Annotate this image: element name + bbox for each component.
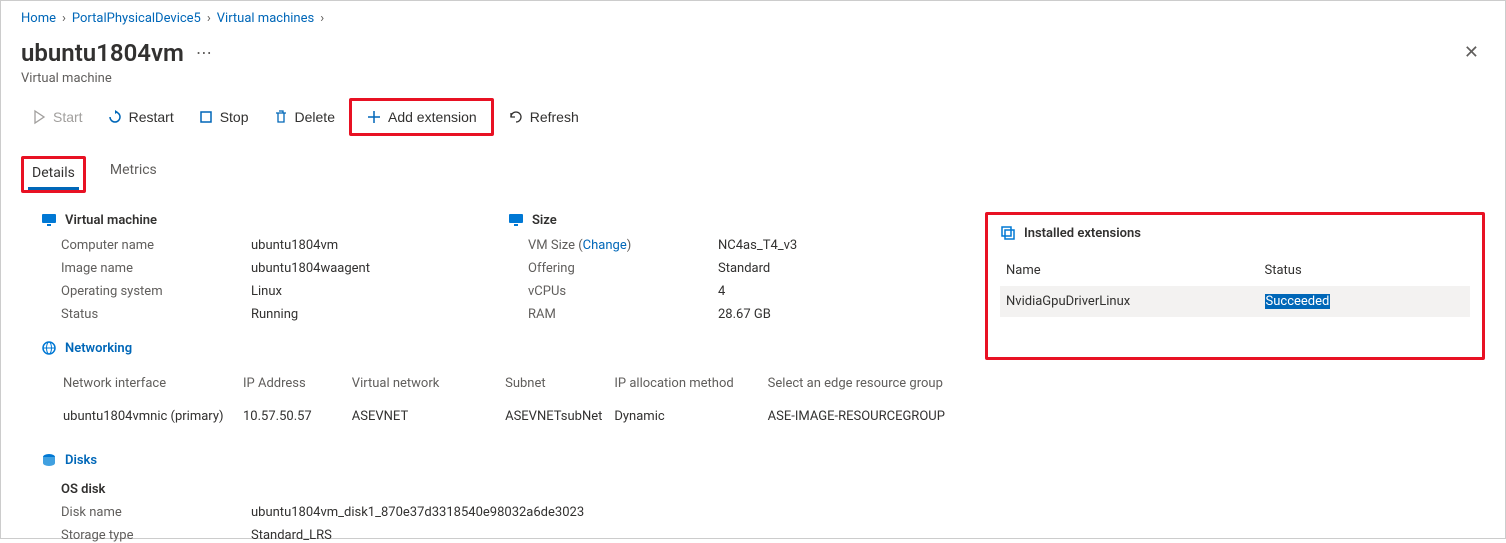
ext-status-value: Succeeded [1259, 286, 1471, 317]
installed-extensions-panel: Installed extensions Name Status NvidiaG… [985, 212, 1485, 360]
delete-label: Delete [295, 109, 335, 125]
refresh-label: Refresh [530, 109, 579, 125]
ext-name-value: NvidiaGpuDriverLinux [1000, 286, 1259, 317]
delete-button[interactable]: Delete [263, 103, 345, 131]
chevron-right-icon: › [207, 11, 211, 26]
extension-icon [1000, 225, 1016, 241]
th-subnet: Subnet [505, 368, 612, 399]
tab-metrics[interactable]: Metrics [106, 156, 161, 193]
th-rg: Select an edge resource group [768, 368, 963, 399]
storage-type-label: Storage type [61, 528, 251, 543]
status-value: Running [251, 307, 478, 322]
refresh-button[interactable]: Refresh [498, 103, 589, 131]
extensions-title: Installed extensions [1024, 226, 1141, 241]
stop-button[interactable]: Stop [188, 103, 259, 131]
breadcrumb-vms[interactable]: Virtual machines [217, 11, 314, 26]
monitor-icon [41, 212, 57, 228]
vmsize-value: NC4as_T4_v3 [718, 238, 945, 253]
trash-icon [273, 109, 289, 125]
computer-name-value: ubuntu1804vm [251, 238, 478, 253]
play-icon [31, 109, 47, 125]
size-section-title: Size [532, 213, 557, 228]
chevron-right-icon: › [320, 11, 324, 26]
ram-value: 28.67 GB [718, 307, 945, 322]
add-extension-button[interactable]: Add extension [356, 103, 487, 131]
th-ext-name: Name [1000, 255, 1259, 286]
th-nic: Network interface [63, 368, 241, 399]
table-row[interactable]: ubuntu1804vmnic (primary) 10.57.50.57 AS… [63, 401, 963, 432]
chevron-right-icon: › [62, 11, 66, 26]
size-section: Size VM Size (Change) NC4as_T4_v3 Offeri… [508, 212, 945, 322]
page-title: ubuntu1804vm [21, 39, 184, 67]
disks-header[interactable]: Disks [41, 452, 945, 468]
rg-value: ASE-IMAGE-RESOURCEGROUP [768, 401, 963, 432]
page-subtitle: Virtual machine [1, 69, 1505, 94]
os-disk-subheader: OS disk [61, 482, 945, 497]
globe-icon [41, 340, 57, 356]
table-row[interactable]: NvidiaGpuDriverLinux Succeeded [1000, 286, 1470, 317]
vmsize-label: VM Size (Change) [528, 238, 718, 253]
subnet-value: ASEVNETsubNet [505, 401, 612, 432]
plus-icon [366, 109, 382, 125]
breadcrumb: Home › PortalPhysicalDevice5 › Virtual m… [1, 1, 1505, 32]
nic-value: ubuntu1804vmnic (primary) [63, 401, 241, 432]
networking-title: Networking [65, 341, 132, 356]
th-ipalloc: IP allocation method [614, 368, 765, 399]
vcpus-label: vCPUs [528, 284, 718, 299]
os-label: Operating system [61, 284, 251, 299]
tab-details[interactable]: Details [28, 159, 79, 190]
change-vmsize-link[interactable]: Change [583, 238, 627, 253]
add-extension-label: Add extension [388, 109, 477, 125]
status-label: Status [61, 307, 251, 322]
th-ext-status: Status [1259, 255, 1471, 286]
breadcrumb-home[interactable]: Home [21, 11, 56, 26]
command-bar: Start Restart Stop Delete Add extension … [1, 94, 1505, 140]
disks-title: Disks [65, 453, 97, 468]
image-name-label: Image name [61, 261, 251, 276]
stop-icon [198, 109, 214, 125]
disk-name-value: ubuntu1804vm_disk1_870e37d3318540e98032a… [251, 505, 945, 520]
breadcrumb-device[interactable]: PortalPhysicalDevice5 [72, 11, 201, 26]
restart-icon [107, 109, 123, 125]
disk-name-label: Disk name [61, 505, 251, 520]
os-value: Linux [251, 284, 478, 299]
disk-icon [41, 452, 57, 468]
storage-type-value: Standard_LRS [251, 528, 945, 543]
offering-label: Offering [528, 261, 718, 276]
networking-table: Network interface IP Address Virtual net… [61, 366, 965, 434]
highlight-details-tab: Details [21, 156, 86, 193]
ip-value: 10.57.50.57 [243, 401, 350, 432]
networking-header[interactable]: Networking [41, 340, 945, 356]
vcpus-value: 4 [718, 284, 945, 299]
vm-section: Virtual machine Computer name ubuntu1804… [41, 212, 478, 322]
monitor-icon [508, 212, 524, 228]
stop-label: Stop [220, 109, 249, 125]
vm-section-title: Virtual machine [65, 213, 157, 228]
image-name-value: ubuntu1804waagent [251, 261, 478, 276]
close-icon[interactable]: ✕ [1458, 36, 1485, 69]
vnet-value: ASEVNET [352, 401, 503, 432]
tabs: Details Metrics [1, 156, 1505, 194]
extensions-table: Name Status NvidiaGpuDriverLinux Succeed… [1000, 255, 1470, 317]
refresh-icon [508, 109, 524, 125]
restart-label: Restart [129, 109, 174, 125]
start-label: Start [53, 109, 83, 125]
highlight-add-extension: Add extension [349, 98, 494, 136]
th-vnet: Virtual network [352, 368, 503, 399]
ipalloc-value: Dynamic [614, 401, 765, 432]
start-button[interactable]: Start [21, 103, 93, 131]
restart-button[interactable]: Restart [97, 103, 184, 131]
computer-name-label: Computer name [61, 238, 251, 253]
th-ip: IP Address [243, 368, 350, 399]
offering-value: Standard [718, 261, 945, 276]
ram-label: RAM [528, 307, 718, 322]
more-icon[interactable]: ⋯ [196, 43, 212, 62]
